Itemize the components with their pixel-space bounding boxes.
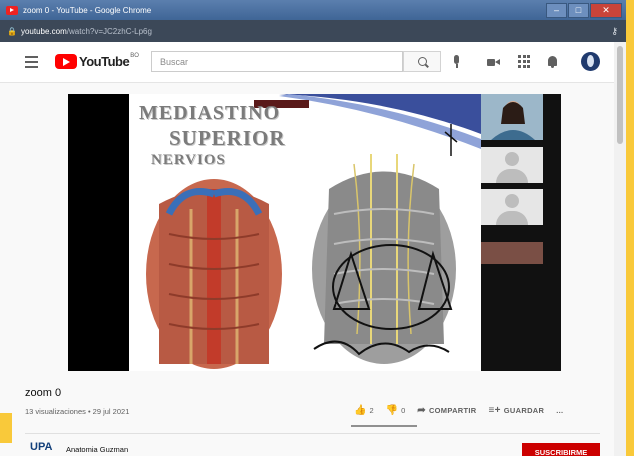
search-icon xyxy=(417,57,427,66)
address-bar[interactable]: 🔒 youtube.com/watch?v=JC2zhC-Lp6g ⚷ xyxy=(0,20,626,42)
save-label: GUARDAR xyxy=(503,406,545,415)
share-arrow-icon: ➦ xyxy=(417,405,426,416)
save-button[interactable]: ≡+ GUARDAR xyxy=(489,405,545,416)
like-button[interactable]: 👍 2 xyxy=(354,405,374,416)
key-icon[interactable]: ⚷ xyxy=(611,26,618,37)
logo-wordmark: YouTube xyxy=(79,54,130,69)
menu-icon[interactable] xyxy=(25,56,38,71)
participant-placeholder-tile xyxy=(481,189,543,225)
participant-placeholder-tile xyxy=(481,147,543,183)
slide-title-line1: MEDIASTINO xyxy=(139,102,281,124)
video-actions: 👍 2 👎 0 ➦ COMPARTIR ≡+ GUARDAR ... xyxy=(354,405,575,416)
youtube-masthead: YouTube BO xyxy=(0,42,614,83)
views-and-date: 13 visualizaciones • 29 jul 2021 xyxy=(25,407,130,416)
url-path[interactable]: /watch?v=JC2zhC-Lp6g xyxy=(67,27,152,36)
minimize-button[interactable]: – xyxy=(546,3,567,18)
lock-icon[interactable]: 🔒 xyxy=(7,27,17,36)
person-icon xyxy=(505,152,519,166)
share-label: COMPARTIR xyxy=(428,406,477,415)
create-video-icon[interactable] xyxy=(487,55,501,69)
scrollbar-thumb[interactable] xyxy=(617,46,623,144)
playlist-add-icon: ≡+ xyxy=(488,405,501,416)
close-button[interactable]: ✕ xyxy=(590,3,622,18)
participant-portrait xyxy=(491,101,535,140)
account-avatar[interactable] xyxy=(581,52,600,71)
like-count: 2 xyxy=(369,406,374,415)
browser-window: zoom 0 - YouTube - Google Chrome – □ ✕ 🔒… xyxy=(0,0,626,456)
slide-title-line3: NERVIOS xyxy=(151,152,226,168)
apps-grid-icon[interactable] xyxy=(518,55,532,69)
window-titlebar: zoom 0 - YouTube - Google Chrome – □ ✕ xyxy=(0,0,626,20)
person-icon xyxy=(505,194,519,208)
subscribe-button[interactable]: SUSCRIBIRME xyxy=(522,443,600,456)
notifications-bell-icon[interactable] xyxy=(546,55,560,69)
thumb-up-icon: 👍 xyxy=(354,405,367,416)
like-ratio-bar xyxy=(351,425,417,427)
video-player[interactable]: MEDIASTINO SUPERIOR NERVIOS xyxy=(68,94,561,371)
video-title: zoom 0 xyxy=(25,387,62,399)
dislike-button[interactable]: 👎 0 xyxy=(386,405,406,416)
divider xyxy=(25,433,600,434)
youtube-logo[interactable]: YouTube BO xyxy=(55,52,139,69)
logo-country-code: BO xyxy=(130,52,139,59)
participant-panel xyxy=(481,94,561,371)
mic-icon[interactable] xyxy=(449,54,465,70)
search-button[interactable] xyxy=(403,51,441,72)
more-actions-button[interactable]: ... xyxy=(556,406,563,415)
participant-video-tile xyxy=(481,94,543,140)
video-info: zoom 0 13 visualizaciones • 29 jul 2021 … xyxy=(0,381,614,456)
channel-name[interactable]: Anatomia Guzman xyxy=(66,445,128,454)
youtube-play-icon xyxy=(55,54,77,69)
url-domain[interactable]: youtube.com xyxy=(21,27,67,36)
maximize-button[interactable]: □ xyxy=(568,3,589,18)
desktop-edge xyxy=(0,413,12,443)
video-frame-slide: MEDIASTINO SUPERIOR NERVIOS xyxy=(129,94,481,371)
youtube-favicon-icon xyxy=(6,5,18,15)
search-input[interactable] xyxy=(152,52,402,72)
participant-video-tile-small xyxy=(481,242,543,264)
slide-title-line2: SUPERIOR xyxy=(169,126,286,150)
channel-avatar[interactable]: UPA xyxy=(30,441,52,453)
dislike-count: 0 xyxy=(401,406,406,415)
window-controls: – □ ✕ xyxy=(546,3,622,18)
search-box[interactable] xyxy=(151,51,403,72)
window-title: zoom 0 - YouTube - Google Chrome xyxy=(23,5,152,15)
thumb-down-icon: 👎 xyxy=(385,405,399,416)
share-button[interactable]: ➦ COMPARTIR xyxy=(417,405,476,416)
